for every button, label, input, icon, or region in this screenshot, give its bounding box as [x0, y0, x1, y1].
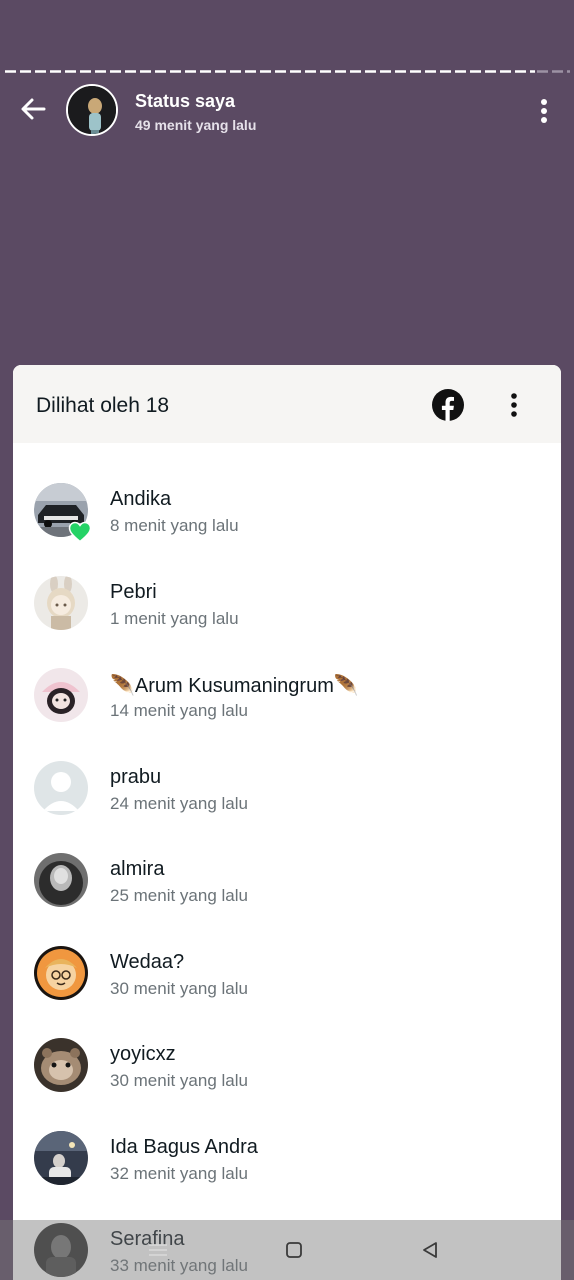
- viewer-name: almira: [110, 858, 165, 880]
- viewer-time: 32 menit yang lalu: [110, 1163, 248, 1183]
- viewer-name: Andika: [110, 488, 172, 510]
- viewer-row-almira[interactable]: almira 25 menit yang lalu: [13, 813, 561, 907]
- viewer-name: Pebri: [110, 580, 157, 603]
- sheet-more-options-button[interactable]: [501, 387, 527, 423]
- viewer-time: 25 menit yang lalu: [110, 886, 248, 905]
- more-vertical-icon: [511, 393, 517, 417]
- viewer-time: 24 menit yang lalu: [110, 793, 248, 813]
- viewers-sheet: Dilihat oleh 18 Andika 8 menit yang lalu…: [13, 365, 561, 1280]
- viewer-name: yoyicxz: [110, 1043, 176, 1065]
- status-title: Status saya: [135, 91, 236, 111]
- viewer-row-wedaa[interactable]: Wedaa? 30 menit yang lalu: [13, 906, 561, 1000]
- viewer-time: 8 menit yang lalu: [110, 516, 239, 535]
- avatar: [34, 575, 88, 630]
- avatar: [34, 945, 88, 1000]
- triangle-back-icon[interactable]: [418, 1238, 442, 1262]
- viewer-time: 30 menit yang lalu: [110, 978, 248, 998]
- arrow-left-icon: [21, 98, 46, 120]
- menu-lines-icon[interactable]: [146, 1238, 170, 1262]
- viewer-time: 30 menit yang lalu: [110, 1071, 248, 1090]
- viewer-name: Ida Bagus Andra: [110, 1135, 258, 1158]
- viewer-row-arum[interactable]: 🪶Arum Kusumaningrum🪶 14 menit yang lalu: [13, 628, 561, 722]
- viewer-name: prabu: [110, 765, 162, 788]
- viewer-time: 14 menit yang lalu: [110, 701, 248, 720]
- viewer-row-ida-bagus-andra[interactable]: Ida Bagus Andra 32 menit yang lalu: [13, 1091, 561, 1185]
- status-timestamp: 49 menit yang lalu: [135, 117, 257, 133]
- viewer-row-yoyicxz[interactable]: yoyicxz 30 menit yang lalu: [13, 998, 561, 1092]
- avatar: [34, 760, 88, 815]
- status-header: Status saya 49 menit yang lalu: [0, 80, 574, 142]
- more-vertical-icon: [541, 99, 547, 123]
- avatar: [34, 668, 88, 722]
- viewer-row-andika[interactable]: Andika 8 menit yang lalu: [13, 443, 561, 543]
- viewers-sheet-header: Dilihat oleh 18: [13, 365, 561, 443]
- viewer-row-prabu[interactable]: prabu 24 menit yang lalu: [13, 721, 561, 815]
- square-icon[interactable]: [282, 1238, 306, 1262]
- viewer-time: 1 menit yang lalu: [110, 608, 239, 628]
- viewer-name: Wedaa?: [110, 950, 185, 973]
- status-progress-bar: [5, 70, 570, 73]
- facebook-icon[interactable]: [431, 388, 465, 422]
- viewer-row-pebri[interactable]: Pebri 1 menit yang lalu: [13, 536, 561, 630]
- more-options-button[interactable]: [530, 94, 558, 128]
- back-button[interactable]: [16, 92, 50, 126]
- avatar: [34, 853, 88, 907]
- viewer-name: 🪶Arum Kusumaningrum🪶: [110, 675, 359, 697]
- viewers-list: Andika 8 menit yang lalu Pebri 1 menit y…: [13, 443, 561, 1277]
- avatar: [34, 1130, 88, 1185]
- system-navigation-bar: [0, 1220, 574, 1280]
- avatar: [34, 1038, 88, 1092]
- avatar[interactable]: [66, 84, 118, 136]
- viewers-count-title: Dilihat oleh 18: [36, 394, 170, 417]
